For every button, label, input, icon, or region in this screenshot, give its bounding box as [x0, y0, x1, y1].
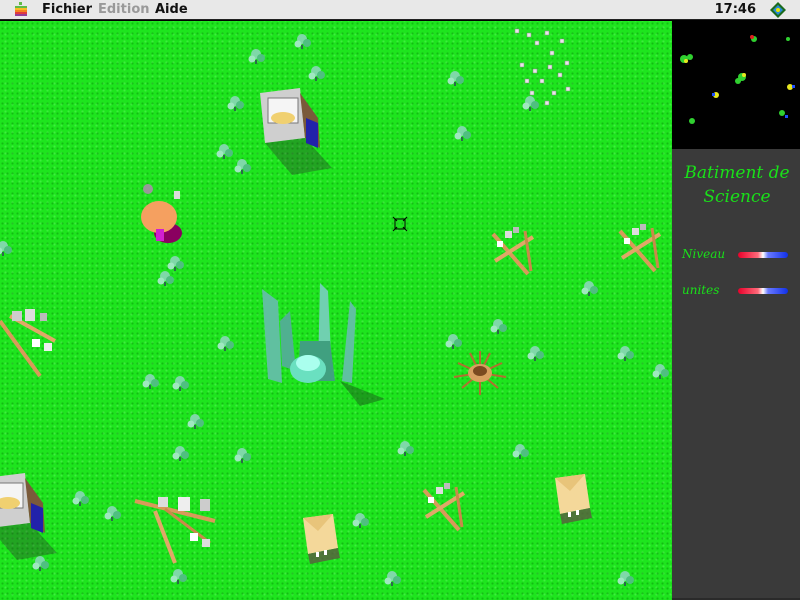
- minimap[interactable]: [672, 21, 800, 149]
- crystal-spires[interactable]: [262, 283, 385, 406]
- game-field[interactable]: [0, 21, 672, 600]
- apple-menu-icon[interactable]: [14, 2, 28, 17]
- hut[interactable]: [303, 514, 340, 564]
- menu-clock: 17:46: [714, 2, 756, 17]
- menu-aide[interactable]: Aide: [155, 2, 188, 17]
- title-line-1: Batiment de: [684, 163, 790, 183]
- minimap-view: [680, 35, 795, 124]
- side-panel: Batiment de Science Niveau unites: [672, 21, 800, 600]
- menu-bar: Fichier Edition Aide 17:46: [0, 0, 800, 20]
- cursor-crosshair-icon: [392, 216, 408, 232]
- stat-bar-niveau: [738, 252, 788, 258]
- rock-cluster: [514, 28, 571, 106]
- game-scene: [0, 28, 669, 586]
- hut[interactable]: [555, 474, 592, 524]
- stat-label-unites: unites: [682, 283, 720, 297]
- science-tower[interactable]: [0, 472, 58, 561]
- sawmill[interactable]: [0, 309, 56, 378]
- mushroom-house[interactable]: [141, 184, 182, 243]
- sawmill[interactable]: [134, 497, 216, 564]
- sawmill[interactable]: [422, 481, 466, 532]
- science-tower[interactable]: [259, 87, 333, 176]
- app-switcher-icon[interactable]: [770, 2, 786, 18]
- menu-edition[interactable]: Edition: [98, 2, 150, 17]
- menu-fichier[interactable]: Fichier: [42, 2, 92, 17]
- stat-bar-unites: [738, 288, 788, 294]
- sawmill[interactable]: [618, 222, 662, 273]
- spiky-well[interactable]: [453, 351, 507, 395]
- title-line-2: Science: [703, 187, 771, 207]
- selected-building-title: Batiment de Science: [678, 161, 796, 209]
- sawmill[interactable]: [491, 225, 535, 276]
- stat-label-niveau: Niveau: [682, 247, 726, 261]
